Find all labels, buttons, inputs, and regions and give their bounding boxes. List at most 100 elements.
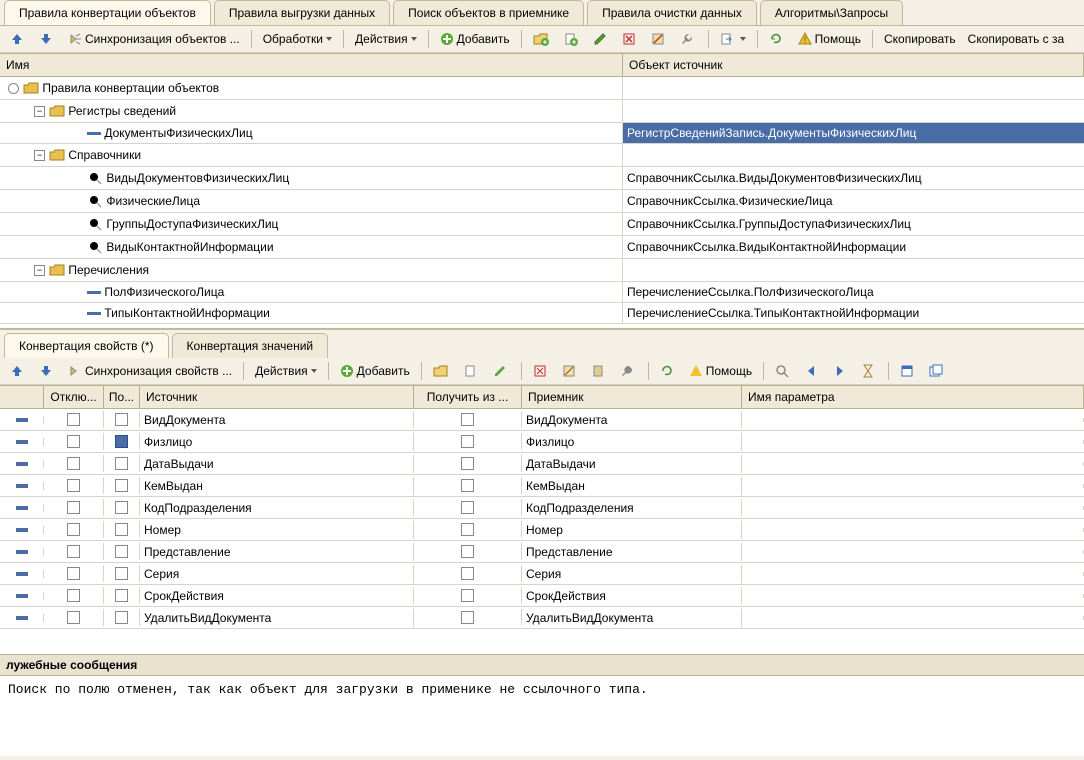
target-cell[interactable]: ДатаВыдачи <box>522 455 742 473</box>
refresh-button[interactable] <box>656 362 681 380</box>
target-cell[interactable]: ВидДокумента <box>522 411 742 429</box>
next-button[interactable] <box>829 362 854 380</box>
sync-objects-button[interactable]: Синхронизация объектов ... <box>64 30 244 48</box>
prop-row[interactable]: КемВыданКемВыдан <box>0 475 1084 497</box>
move-down-button[interactable] <box>35 30 60 48</box>
source-cell[interactable]: ДатаВыдачи <box>140 455 414 473</box>
tree-row-root[interactable]: Правила конвертации объектов <box>0 77 1084 100</box>
move-down-button[interactable] <box>35 362 60 380</box>
disabled-checkbox[interactable] <box>67 479 80 492</box>
param-cell[interactable] <box>742 572 1084 576</box>
getfrom-checkbox[interactable] <box>461 523 474 536</box>
col-source[interactable]: Источник <box>140 386 414 408</box>
target-cell[interactable]: Серия <box>522 565 742 583</box>
refresh-button[interactable] <box>765 30 790 48</box>
collapse-icon[interactable]: − <box>34 150 45 161</box>
target-cell[interactable]: Физлицо <box>522 433 742 451</box>
target-cell[interactable]: УдалитьВидДокумента <box>522 609 742 627</box>
processing-dropdown[interactable]: Обработки <box>259 30 336 48</box>
prop-row[interactable]: Номер Номер <box>0 519 1084 541</box>
tab-rules-cleanup[interactable]: Правила очистки данных <box>587 0 757 25</box>
tree-row-catalogs[interactable]: − Справочники <box>0 144 1084 167</box>
edit-button[interactable] <box>589 30 614 48</box>
hourglass-button[interactable] <box>858 362 881 380</box>
collapse-icon[interactable]: − <box>34 265 45 276</box>
tab-search-receiver[interactable]: Поиск объектов в приемнике <box>393 0 584 25</box>
source-cell[interactable]: Представление <box>140 543 414 561</box>
source-cell[interactable]: УдалитьВидДокумента <box>140 609 414 627</box>
source-cell[interactable]: Номер <box>140 521 414 539</box>
po-checkbox[interactable] <box>115 413 128 426</box>
tree-row-documents[interactable]: ДокументыФизическихЛиц РегистрСведенийЗа… <box>0 123 1084 144</box>
getfrom-checkbox[interactable] <box>461 611 474 624</box>
po-checkbox[interactable] <box>115 501 128 514</box>
prop-row[interactable]: Физлицо Физлицо <box>0 431 1084 453</box>
search-button[interactable] <box>771 362 796 380</box>
source-cell[interactable]: СрокДействия <box>140 587 414 605</box>
getfrom-checkbox[interactable] <box>461 501 474 514</box>
param-cell[interactable] <box>742 506 1084 510</box>
getfrom-checkbox[interactable] <box>461 589 474 602</box>
tree-row-item[interactable]: ВидыКонтактнойИнформации СправочникСсылк… <box>0 236 1084 259</box>
tab-algorithms[interactable]: Алгоритмы\Запросы <box>760 0 903 25</box>
param-cell[interactable] <box>742 594 1084 598</box>
new-folder-button[interactable] <box>529 30 556 48</box>
wrench-button[interactable] <box>616 362 641 380</box>
col-source[interactable]: Объект источник <box>623 54 1084 76</box>
disabled-checkbox[interactable] <box>67 611 80 624</box>
edit-button[interactable] <box>489 362 514 380</box>
tree-row-item[interactable]: ГруппыДоступаФизическихЛиц СправочникСсы… <box>0 213 1084 236</box>
target-cell[interactable]: СрокДействия <box>522 587 742 605</box>
prop-row[interactable]: СрокДействия СрокДействия <box>0 585 1084 607</box>
po-checkbox[interactable] <box>115 457 128 470</box>
prop-row[interactable]: Представление Представление <box>0 541 1084 563</box>
prop-row[interactable]: СерияСерия <box>0 563 1084 585</box>
move-up-button[interactable] <box>6 30 31 48</box>
tab-props-conversion[interactable]: Конвертация свойств (*) <box>4 333 169 358</box>
source-cell[interactable]: Физлицо <box>140 433 414 451</box>
help-button[interactable]: !Помощь <box>794 30 865 48</box>
disabled-checkbox[interactable] <box>67 589 80 602</box>
target-cell[interactable]: Номер <box>522 521 742 539</box>
tab-rules-conversion[interactable]: Правила конвертации объектов <box>4 0 211 25</box>
getfrom-checkbox[interactable] <box>461 413 474 426</box>
po-checkbox[interactable] <box>115 567 128 580</box>
sync-props-button[interactable]: Синхронизация свойств ... <box>64 362 236 380</box>
getfrom-checkbox[interactable] <box>461 457 474 470</box>
new-folder-button[interactable] <box>429 362 456 380</box>
tree-row-item[interactable]: ТипыКонтактнойИнформации ПеречислениеСсы… <box>0 303 1084 324</box>
disabled-checkbox[interactable] <box>67 457 80 470</box>
po-checkbox[interactable] <box>115 479 128 492</box>
param-cell[interactable] <box>742 440 1084 444</box>
disabled-checkbox[interactable] <box>67 567 80 580</box>
po-checkbox[interactable] <box>115 589 128 602</box>
getfrom-checkbox[interactable] <box>461 545 474 558</box>
col-po[interactable]: По... <box>104 386 140 408</box>
disabled-checkbox[interactable] <box>67 545 80 558</box>
param-cell[interactable] <box>742 484 1084 488</box>
getfrom-checkbox[interactable] <box>461 567 474 580</box>
copy-button[interactable]: Скопировать <box>880 30 960 48</box>
tree-row-registers[interactable]: − Регистры сведений <box>0 100 1084 123</box>
po-checkbox[interactable] <box>115 435 128 448</box>
move-up-button[interactable] <box>6 362 31 380</box>
target-cell[interactable]: Представление <box>522 543 742 561</box>
copy-with-button[interactable]: Скопировать с за <box>964 30 1069 48</box>
tab-values-conversion[interactable]: Конвертация значений <box>172 333 329 358</box>
prop-row[interactable]: КодПодразделенияКодПодразделения <box>0 497 1084 519</box>
actions-dropdown[interactable]: Действия <box>351 30 421 48</box>
prop-row[interactable]: УдалитьВидДокумента УдалитьВидДокумента <box>0 607 1084 629</box>
tree-row-item[interactable]: ФизическиеЛица СправочникСсылка.Физическ… <box>0 190 1084 213</box>
col-param[interactable]: Имя параметра <box>742 386 1084 408</box>
tree-row-item[interactable]: ПолФизическогоЛица ПеречислениеСсылка.По… <box>0 282 1084 303</box>
po-checkbox[interactable] <box>115 611 128 624</box>
source-cell[interactable]: ВидДокумента <box>140 411 414 429</box>
po-checkbox[interactable] <box>115 545 128 558</box>
export-dropdown[interactable] <box>716 30 750 48</box>
tree-row-item[interactable]: ВидыДокументовФизическихЛиц СправочникСс… <box>0 167 1084 190</box>
col-target[interactable]: Приемник <box>522 386 742 408</box>
col-name[interactable]: Имя <box>0 54 623 76</box>
prop-row[interactable]: ДатаВыдачи ДатаВыдачи <box>0 453 1084 475</box>
param-cell[interactable] <box>742 462 1084 466</box>
disable-button[interactable] <box>558 362 583 380</box>
